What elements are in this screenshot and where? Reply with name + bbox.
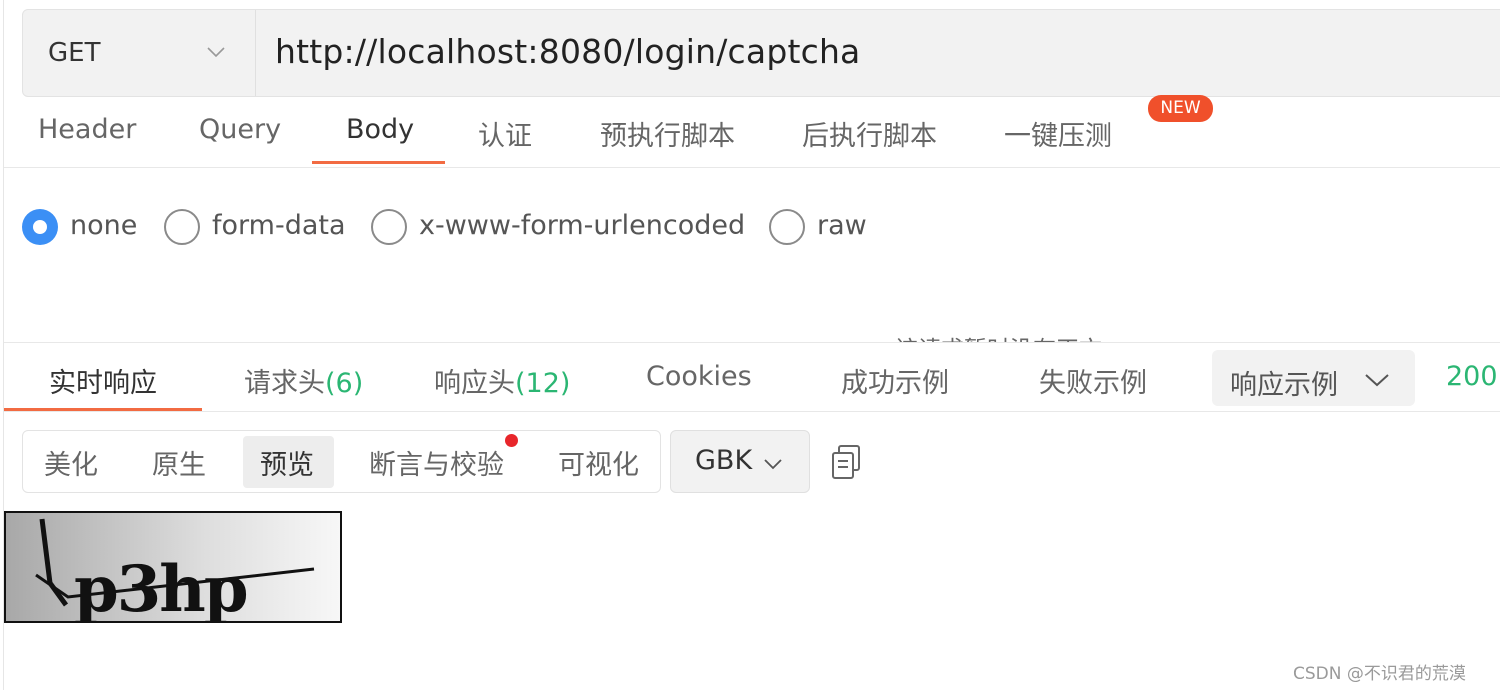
tab-query[interactable]: Query: [199, 114, 281, 145]
copy-icon[interactable]: [830, 444, 862, 480]
encoding-select[interactable]: GBK: [670, 430, 810, 493]
count-badge: (6): [325, 368, 364, 399]
tab-request-headers[interactable]: 请求头(6): [244, 361, 363, 400]
radio-label: form-data: [212, 210, 346, 241]
active-tab-underline: [4, 408, 202, 411]
radio-label: raw: [817, 210, 867, 241]
view-raw[interactable]: 原生: [152, 443, 206, 482]
radio-unchecked-icon: [769, 209, 805, 245]
chevron-down-icon: [1365, 374, 1389, 387]
view-mode-group: 美化 原生 预览 断言与校验 可视化: [22, 430, 661, 493]
captcha-graphic: p3hp: [6, 513, 340, 621]
tab-cookies[interactable]: Cookies: [646, 361, 752, 392]
tab-response-headers[interactable]: 响应头(12): [434, 361, 570, 400]
response-tabs: 实时响应 请求头(6) 响应头(12) Cookies 成功示例 失败示例 响应…: [4, 342, 1500, 412]
tab-label: 请求头: [244, 368, 325, 399]
view-assertions[interactable]: 断言与校验: [369, 443, 504, 482]
captcha-image: p3hp: [4, 511, 342, 623]
encoding-label: GBK: [695, 445, 753, 476]
radio-label: none: [70, 210, 138, 241]
tab-label: 响应头: [434, 368, 515, 399]
view-preview[interactable]: 预览: [260, 443, 314, 482]
count-badge: (12): [515, 368, 571, 399]
status-code: 200: [1446, 361, 1498, 392]
method-label: GET: [48, 38, 101, 68]
new-badge: NEW: [1148, 95, 1213, 122]
tab-pre-script[interactable]: 预执行脚本: [600, 114, 735, 153]
captcha-glyphs: p3hp: [74, 552, 247, 621]
notification-dot: [505, 434, 518, 447]
request-tabs: Header Query Body 认证 预执行脚本 后执行脚本 一键压测 NE…: [4, 95, 1500, 168]
tab-post-script[interactable]: 后执行脚本: [802, 114, 937, 153]
example-select[interactable]: 响应示例: [1212, 350, 1415, 406]
url-input[interactable]: http://localhost:8080/login/captcha: [275, 32, 860, 71]
request-bar: GET http://localhost:8080/login/captcha: [22, 9, 1500, 97]
radio-label: x-www-form-urlencoded: [419, 210, 746, 241]
tab-success-example[interactable]: 成功示例: [841, 361, 949, 400]
radio-unchecked-icon: [164, 209, 200, 245]
chevron-down-icon: [207, 47, 225, 58]
active-tab-underline: [312, 161, 445, 164]
tab-live-response[interactable]: 实时响应: [49, 361, 157, 400]
chevron-down-icon: [764, 459, 782, 470]
tab-body[interactable]: Body: [346, 114, 414, 145]
tab-fail-example[interactable]: 失败示例: [1039, 361, 1147, 400]
method-select[interactable]: GET: [23, 10, 256, 96]
tab-header[interactable]: Header: [38, 114, 136, 145]
radio-unchecked-icon: [371, 209, 407, 245]
radio-checked-icon: [22, 209, 58, 245]
view-pretty[interactable]: 美化: [44, 443, 98, 482]
view-visualize[interactable]: 可视化: [558, 443, 639, 482]
tab-auth[interactable]: 认证: [478, 114, 532, 153]
tab-load-test[interactable]: 一键压测: [1004, 114, 1112, 153]
example-select-label: 响应示例: [1230, 370, 1338, 401]
watermark: CSDN @不识君的荒漠: [1293, 664, 1466, 684]
